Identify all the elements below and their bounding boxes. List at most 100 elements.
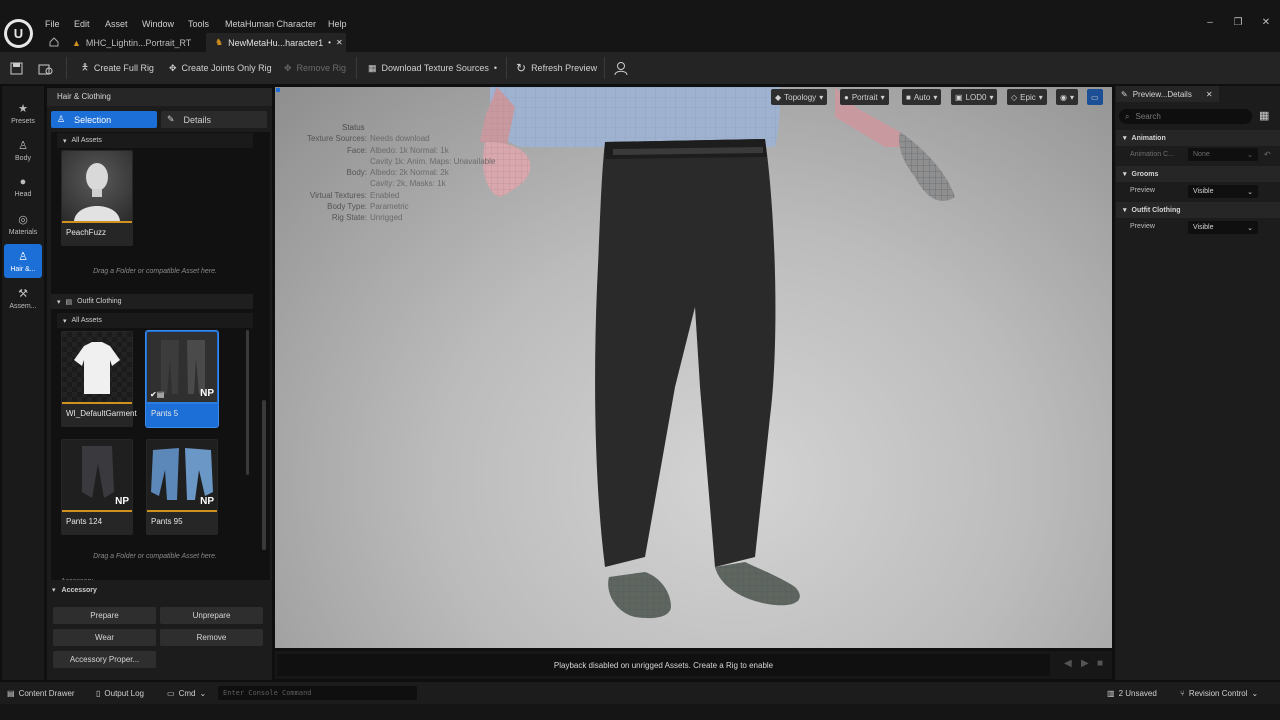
table-view-icon[interactable]: ▦ bbox=[1259, 109, 1269, 122]
menu-tools[interactable]: Tools bbox=[188, 17, 209, 31]
outfit-clothing-group[interactable]: ▾ ▤ Outfit Clothing bbox=[51, 294, 253, 309]
status-value: Cavity 1k: Anim. Maps: Unavailable bbox=[370, 156, 496, 166]
dropdown-dot-icon: • bbox=[493, 63, 498, 73]
home-icon[interactable] bbox=[48, 36, 60, 48]
browse-icon[interactable] bbox=[38, 59, 53, 77]
asset-tile-pants-124[interactable]: NP Pants 124 bbox=[61, 439, 133, 535]
nav-head[interactable]: ● Head bbox=[4, 170, 42, 204]
log-icon: ▯ bbox=[96, 688, 101, 698]
chevron-down-icon: ▾ bbox=[1038, 92, 1043, 102]
save-icon[interactable] bbox=[10, 59, 23, 77]
revision-control-button[interactable]: ⑂ Revision Control ⌄ bbox=[1180, 686, 1258, 700]
user-icon[interactable] bbox=[614, 59, 628, 77]
asset-icon: ▲ bbox=[72, 37, 81, 48]
status-key: Face: bbox=[346, 145, 367, 155]
outfit-clothing-label: Outfit Clothing bbox=[77, 298, 122, 305]
details-search-input[interactable]: ⌕ Search bbox=[1119, 109, 1252, 124]
all-assets-group-outfit[interactable]: ▾ All Assets bbox=[57, 313, 253, 328]
toolbar-separator bbox=[506, 57, 507, 79]
tab-new-metahuman-character[interactable]: ♞ NewMetaHu...haracter1 • ✕ bbox=[206, 33, 346, 52]
tab-close-icon[interactable]: ✕ bbox=[336, 38, 343, 47]
chevron-down-icon: ⌄ bbox=[1251, 688, 1259, 698]
menu-file[interactable]: File bbox=[45, 17, 60, 31]
maximize-icon[interactable]: ❐ bbox=[1230, 16, 1246, 30]
asset-tile-peachfuzz[interactable]: PeachFuzz bbox=[61, 150, 133, 246]
auto-dropdown[interactable]: ■ Auto ▾ bbox=[902, 89, 942, 105]
accessory-properties-button[interactable]: Accessory Proper... bbox=[53, 651, 156, 668]
output-log-button[interactable]: ▯ Output Log bbox=[96, 686, 144, 700]
create-joints-only-rig-button[interactable]: ✥ Create Joints Only Rig bbox=[169, 59, 272, 77]
wear-button[interactable]: Wear bbox=[53, 629, 156, 646]
peachfuzz-thumbnail bbox=[62, 151, 132, 221]
close-window-icon[interactable]: ✕ bbox=[1258, 16, 1274, 30]
garment-thumbnail bbox=[62, 332, 132, 402]
accessory-group[interactable]: ▾ Accessory bbox=[47, 583, 272, 597]
body-icon: ♙ bbox=[18, 139, 28, 152]
diamond-icon: ◇ bbox=[1011, 92, 1018, 102]
light-icon: ● bbox=[844, 92, 849, 102]
selection-tab[interactable]: ♙ Selection bbox=[51, 111, 157, 128]
menu-metahuman-character[interactable]: MetaHuman Character bbox=[225, 17, 316, 31]
chevron-down-icon: ▾ bbox=[933, 92, 938, 102]
prepare-button[interactable]: Prepare bbox=[53, 607, 156, 624]
menu-window[interactable]: Window bbox=[142, 17, 174, 31]
panel-scrollbar[interactable] bbox=[262, 400, 266, 550]
all-assets-group-grooms[interactable]: ▾ All Assets bbox=[57, 133, 253, 148]
topology-dropdown[interactable]: ◆ Topology ▾ bbox=[771, 89, 828, 105]
tab-mhc-lighting[interactable]: ▲ MHC_Lightin...Portrait_RT bbox=[66, 33, 204, 52]
category-grooms[interactable]: ▾ Grooms bbox=[1116, 166, 1280, 182]
nav-presets[interactable]: ★ Presets bbox=[4, 96, 42, 130]
outfit-scrollbar[interactable] bbox=[246, 330, 249, 475]
asset-tile-default-garment[interactable]: WI_DefaultGarment bbox=[61, 331, 137, 427]
remove-button[interactable]: Remove bbox=[160, 629, 263, 646]
menu-edit[interactable]: Edit bbox=[74, 17, 90, 31]
asset-label: WI_DefaultGarment bbox=[66, 409, 137, 418]
nav-hair-clothing[interactable]: ♙ Hair &... bbox=[4, 244, 42, 278]
portrait-dropdown[interactable]: ● Portrait ▾ bbox=[840, 89, 889, 105]
asset-label: Pants 5 bbox=[151, 409, 179, 418]
pencil-icon: ✎ bbox=[167, 114, 175, 124]
remove-rig-button: ✥ Remove Rig bbox=[284, 59, 346, 77]
output-log-label: Output Log bbox=[104, 688, 144, 698]
category-outfit-clothing[interactable]: ▾ Outfit Clothing bbox=[1116, 202, 1280, 218]
menu-asset[interactable]: Asset bbox=[105, 17, 128, 31]
menu-help[interactable]: Help bbox=[328, 17, 347, 31]
asset-type-bar bbox=[147, 402, 217, 404]
show-dropdown[interactable]: ◉ ▾ bbox=[1056, 89, 1078, 105]
status-key: Virtual Textures: bbox=[309, 190, 367, 200]
asset-tile-pants-5[interactable]: ✔▤ NP Pants 5 bbox=[145, 330, 219, 428]
download-texture-sources-button[interactable]: ▦ Download Texture Sources • bbox=[368, 59, 497, 77]
cmd-dropdown[interactable]: ▭ Cmd ⌄ bbox=[167, 686, 206, 700]
np-badge: NP bbox=[200, 496, 214, 507]
cmd-label: Cmd bbox=[178, 688, 196, 698]
nav-materials[interactable]: ◎ Materials bbox=[4, 207, 42, 241]
details-tab[interactable]: ✎ Details bbox=[161, 111, 267, 128]
nav-assembly[interactable]: ⚒ Assem... bbox=[4, 281, 42, 315]
refresh-preview-button[interactable]: ↻ Refresh Preview bbox=[516, 59, 597, 77]
asset-tile-pants-95[interactable]: NP Pants 95 bbox=[146, 439, 218, 535]
status-row: Face: Albedo: 1k Normal: 1k bbox=[296, 145, 506, 156]
tab-label: NewMetaHu...haracter1 bbox=[228, 37, 324, 48]
details-tab-header[interactable]: ✎ Preview...Details ✕ bbox=[1116, 86, 1219, 102]
grooms-preview-select[interactable]: Visible ⌄ bbox=[1188, 185, 1258, 198]
category-animation[interactable]: ▾ Animation bbox=[1116, 130, 1280, 146]
viewport-layout-button[interactable]: ▭ bbox=[1087, 89, 1103, 105]
minimize-icon[interactable]: – bbox=[1202, 16, 1218, 30]
status-row: Texture Sources: Needs download bbox=[296, 133, 506, 144]
nav-head-label: Head bbox=[14, 191, 32, 198]
play-back-icon: ◀ bbox=[1064, 658, 1072, 669]
content-drawer-button[interactable]: ▤ Content Drawer bbox=[7, 686, 75, 700]
chevron-down-icon: ▾ bbox=[63, 137, 67, 145]
quality-dropdown[interactable]: ◇ Epic ▾ bbox=[1007, 89, 1047, 105]
animation-value: None bbox=[1193, 151, 1210, 158]
nav-body[interactable]: ♙ Body bbox=[4, 133, 42, 167]
console-input[interactable]: Enter Console Command bbox=[218, 686, 417, 700]
outfit-preview-select[interactable]: Visible ⌄ bbox=[1188, 221, 1258, 234]
tab-close-icon[interactable]: ✕ bbox=[1206, 90, 1213, 99]
unreal-logo[interactable]: U bbox=[4, 19, 33, 48]
unsaved-button[interactable]: ▥ 2 Unsaved bbox=[1107, 686, 1157, 700]
unprepare-button[interactable]: Unprepare bbox=[160, 607, 263, 624]
create-full-rig-button[interactable]: 🯅 Create Full Rig bbox=[81, 59, 154, 77]
lod-dropdown[interactable]: ▣ LOD0 ▾ bbox=[951, 89, 998, 105]
pants-5-thumbnail: ✔▤ NP bbox=[147, 332, 217, 402]
